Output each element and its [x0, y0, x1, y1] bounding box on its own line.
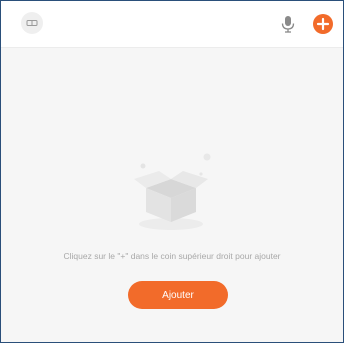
empty-state-message: Cliquez sur le "+" dans le coin supérieu…: [63, 251, 281, 261]
microphone-icon: [281, 16, 295, 33]
empty-box-illustration: [126, 146, 216, 236]
plus-circle-icon: [313, 14, 333, 34]
add-button[interactable]: Ajouter: [128, 281, 228, 309]
microphone-button[interactable]: [279, 13, 297, 35]
device-icon: [26, 20, 38, 26]
add-device-button[interactable]: [312, 13, 334, 35]
app-window: Cliquez sur le "+" dans le coin supérieu…: [0, 0, 344, 343]
empty-box-icon: [134, 153, 211, 230]
top-bar: [1, 1, 343, 48]
device-button[interactable]: [21, 12, 43, 34]
